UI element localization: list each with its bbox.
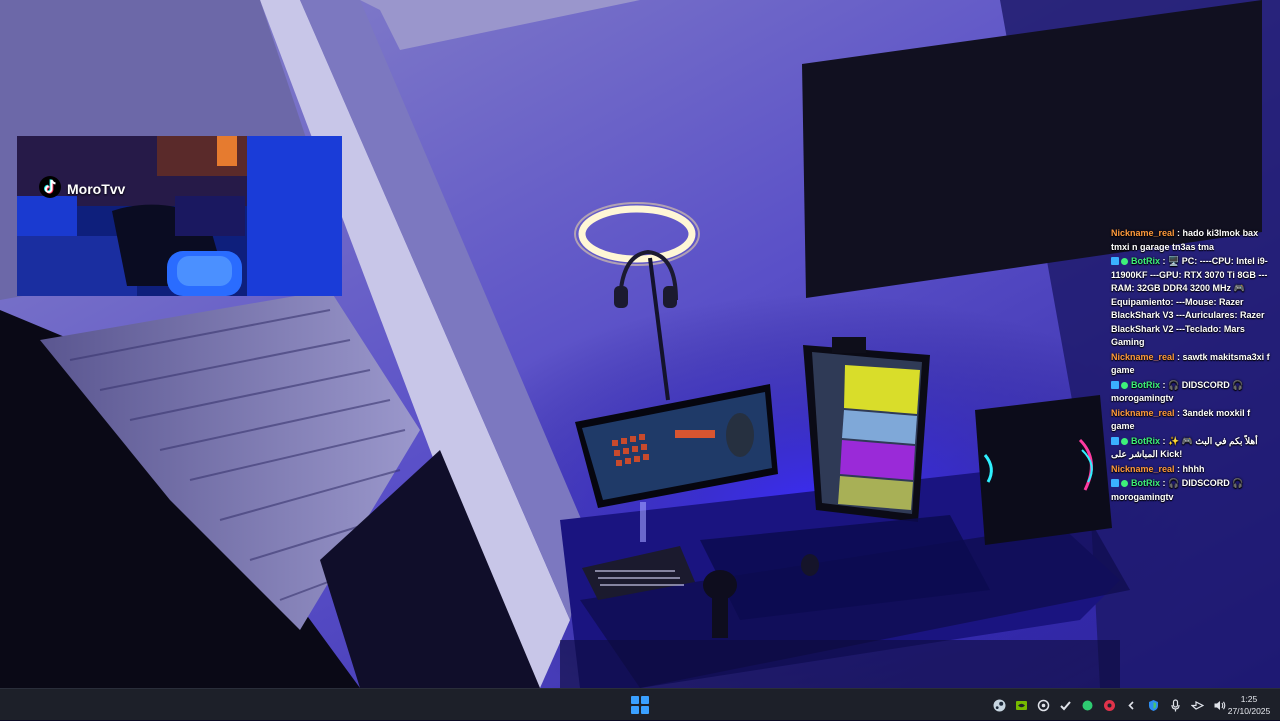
chat-message: Nickname_real : sawtk makitsma3xi f game: [1111, 351, 1270, 376]
windows-start-icon[interactable]: [631, 696, 649, 714]
moderator-badge-icon: [1111, 479, 1119, 487]
chat-message: BotRix : 🎧 DIDSCORD 🎧 morogamingtv: [1111, 379, 1244, 403]
chat-message: Nickname_real : hhhh: [1111, 463, 1205, 474]
chat-message: BotRix : 🖥️ PC: ----CPU: Intel i9-11900K…: [1111, 256, 1268, 347]
nvidia-icon[interactable]: [1014, 698, 1028, 712]
chat-message: Nickname_real : 3andek moxkil f game: [1111, 407, 1251, 432]
network-icon[interactable]: [1190, 698, 1204, 712]
shield-icon[interactable]: [1146, 698, 1160, 712]
chat-username: Nickname_real: [1111, 228, 1175, 238]
streamer-tag: MoroTvv: [39, 176, 125, 202]
chat-message: Nickname_real : hado ki3lmok bax tmxi n …: [1111, 228, 1259, 252]
chat-username: Nickname_real: [1111, 407, 1175, 418]
vpn-icon[interactable]: [1036, 698, 1050, 712]
chat-username: Nickname_real: [1111, 351, 1175, 362]
chat-overlay: Nickname_real : hado ki3lmok bax tmxi n …: [1111, 227, 1271, 505]
chat-username: BotRix: [1131, 435, 1160, 446]
clock-time: 1:25: [1240, 694, 1258, 704]
moderator-badge-icon: [1111, 257, 1119, 265]
microphone-icon[interactable]: [1168, 698, 1182, 712]
webcam-feed: [17, 136, 342, 296]
taskbar-clock[interactable]: 1:25 27/10/2025: [1222, 693, 1276, 717]
chat-username: BotRix: [1131, 379, 1160, 390]
clock-date: 27/10/2025: [1227, 706, 1271, 716]
chat-username: BotRix: [1131, 478, 1160, 488]
chat-username: Nickname_real: [1111, 463, 1175, 474]
bot-status-icon: [1121, 437, 1128, 445]
moderator-badge-icon: [1111, 436, 1119, 445]
system-tray: [992, 689, 1226, 721]
chat-message: BotRix : 🎧 DIDSCORD 🎧 morogamingtv: [1111, 478, 1244, 502]
chevron-left-icon[interactable]: [1124, 698, 1138, 712]
room-background: [0, 0, 1280, 688]
chat-message: BotRix : ✨ 🎮 أهلاً بكم في البث المباشر ع…: [1111, 435, 1258, 459]
chat-username: BotRix: [1131, 256, 1160, 266]
stream-scene: [0, 0, 1280, 688]
green-status-icon[interactable]: [1080, 698, 1094, 712]
red-app-icon[interactable]: [1102, 698, 1116, 712]
checkmark-icon[interactable]: [1058, 698, 1072, 712]
moderator-badge-icon: [1111, 380, 1119, 389]
tiktok-icon: [39, 176, 61, 200]
webcam-overlay: MoroTvv: [17, 136, 342, 296]
taskbar: 1:25 27/10/2025: [0, 688, 1280, 720]
streamer-name: MoroTvv: [67, 181, 126, 197]
chat-text: 🖥️ PC: ----CPU: Intel i9-11900KF ---GPU:…: [1111, 256, 1268, 347]
bot-status-icon: [1121, 480, 1128, 487]
steam-icon[interactable]: [992, 698, 1006, 712]
bot-status-icon: [1121, 381, 1128, 389]
bot-status-icon: [1121, 258, 1128, 265]
chat-text: hhhh: [1182, 463, 1205, 474]
